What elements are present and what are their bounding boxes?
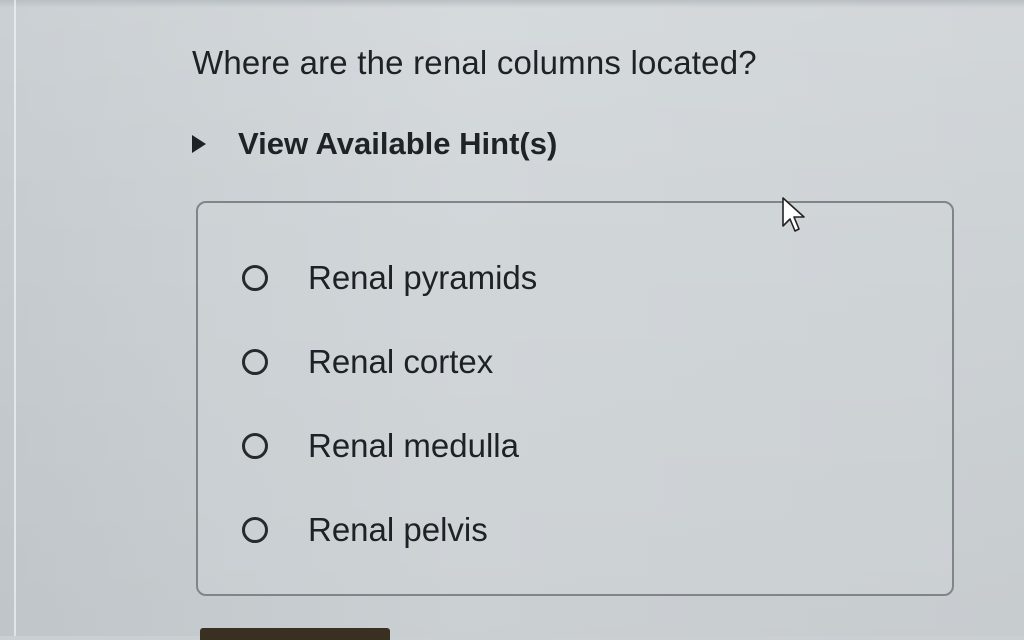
option-label: Renal pelvis — [308, 511, 488, 548]
option-label: Renal cortex — [308, 343, 494, 380]
question-text: Where are the renal columns located? — [192, 44, 757, 81]
arrow-pointer-icon — [782, 197, 805, 232]
triangle-right-icon — [192, 135, 206, 153]
option-renal-medulla[interactable]: Renal medulla — [242, 427, 519, 465]
option-renal-cortex[interactable]: Renal cortex — [242, 343, 493, 381]
view-hints-label: View Available Hint(s) — [238, 126, 558, 161]
radio-unchecked-icon[interactable] — [242, 349, 268, 375]
option-label: Renal pyramids — [308, 259, 538, 296]
submit-button[interactable] — [200, 628, 390, 640]
option-label: Renal medulla — [308, 427, 519, 464]
radio-unchecked-icon[interactable] — [242, 265, 268, 291]
option-renal-pelvis[interactable]: Renal pelvis — [242, 511, 488, 549]
answer-options-box: Renal pyramids Renal cortex Renal medull… — [196, 201, 954, 596]
screen: Where are the renal columns located? Vie… — [0, 0, 1024, 640]
screen-bezel — [0, 0, 1024, 8]
radio-unchecked-icon[interactable] — [242, 433, 268, 459]
view-hints-toggle[interactable]: View Available Hint(s) — [192, 126, 557, 162]
option-renal-pyramids[interactable]: Renal pyramids — [242, 259, 537, 297]
page-edge-divider — [14, 0, 16, 636]
radio-unchecked-icon[interactable] — [242, 517, 268, 543]
